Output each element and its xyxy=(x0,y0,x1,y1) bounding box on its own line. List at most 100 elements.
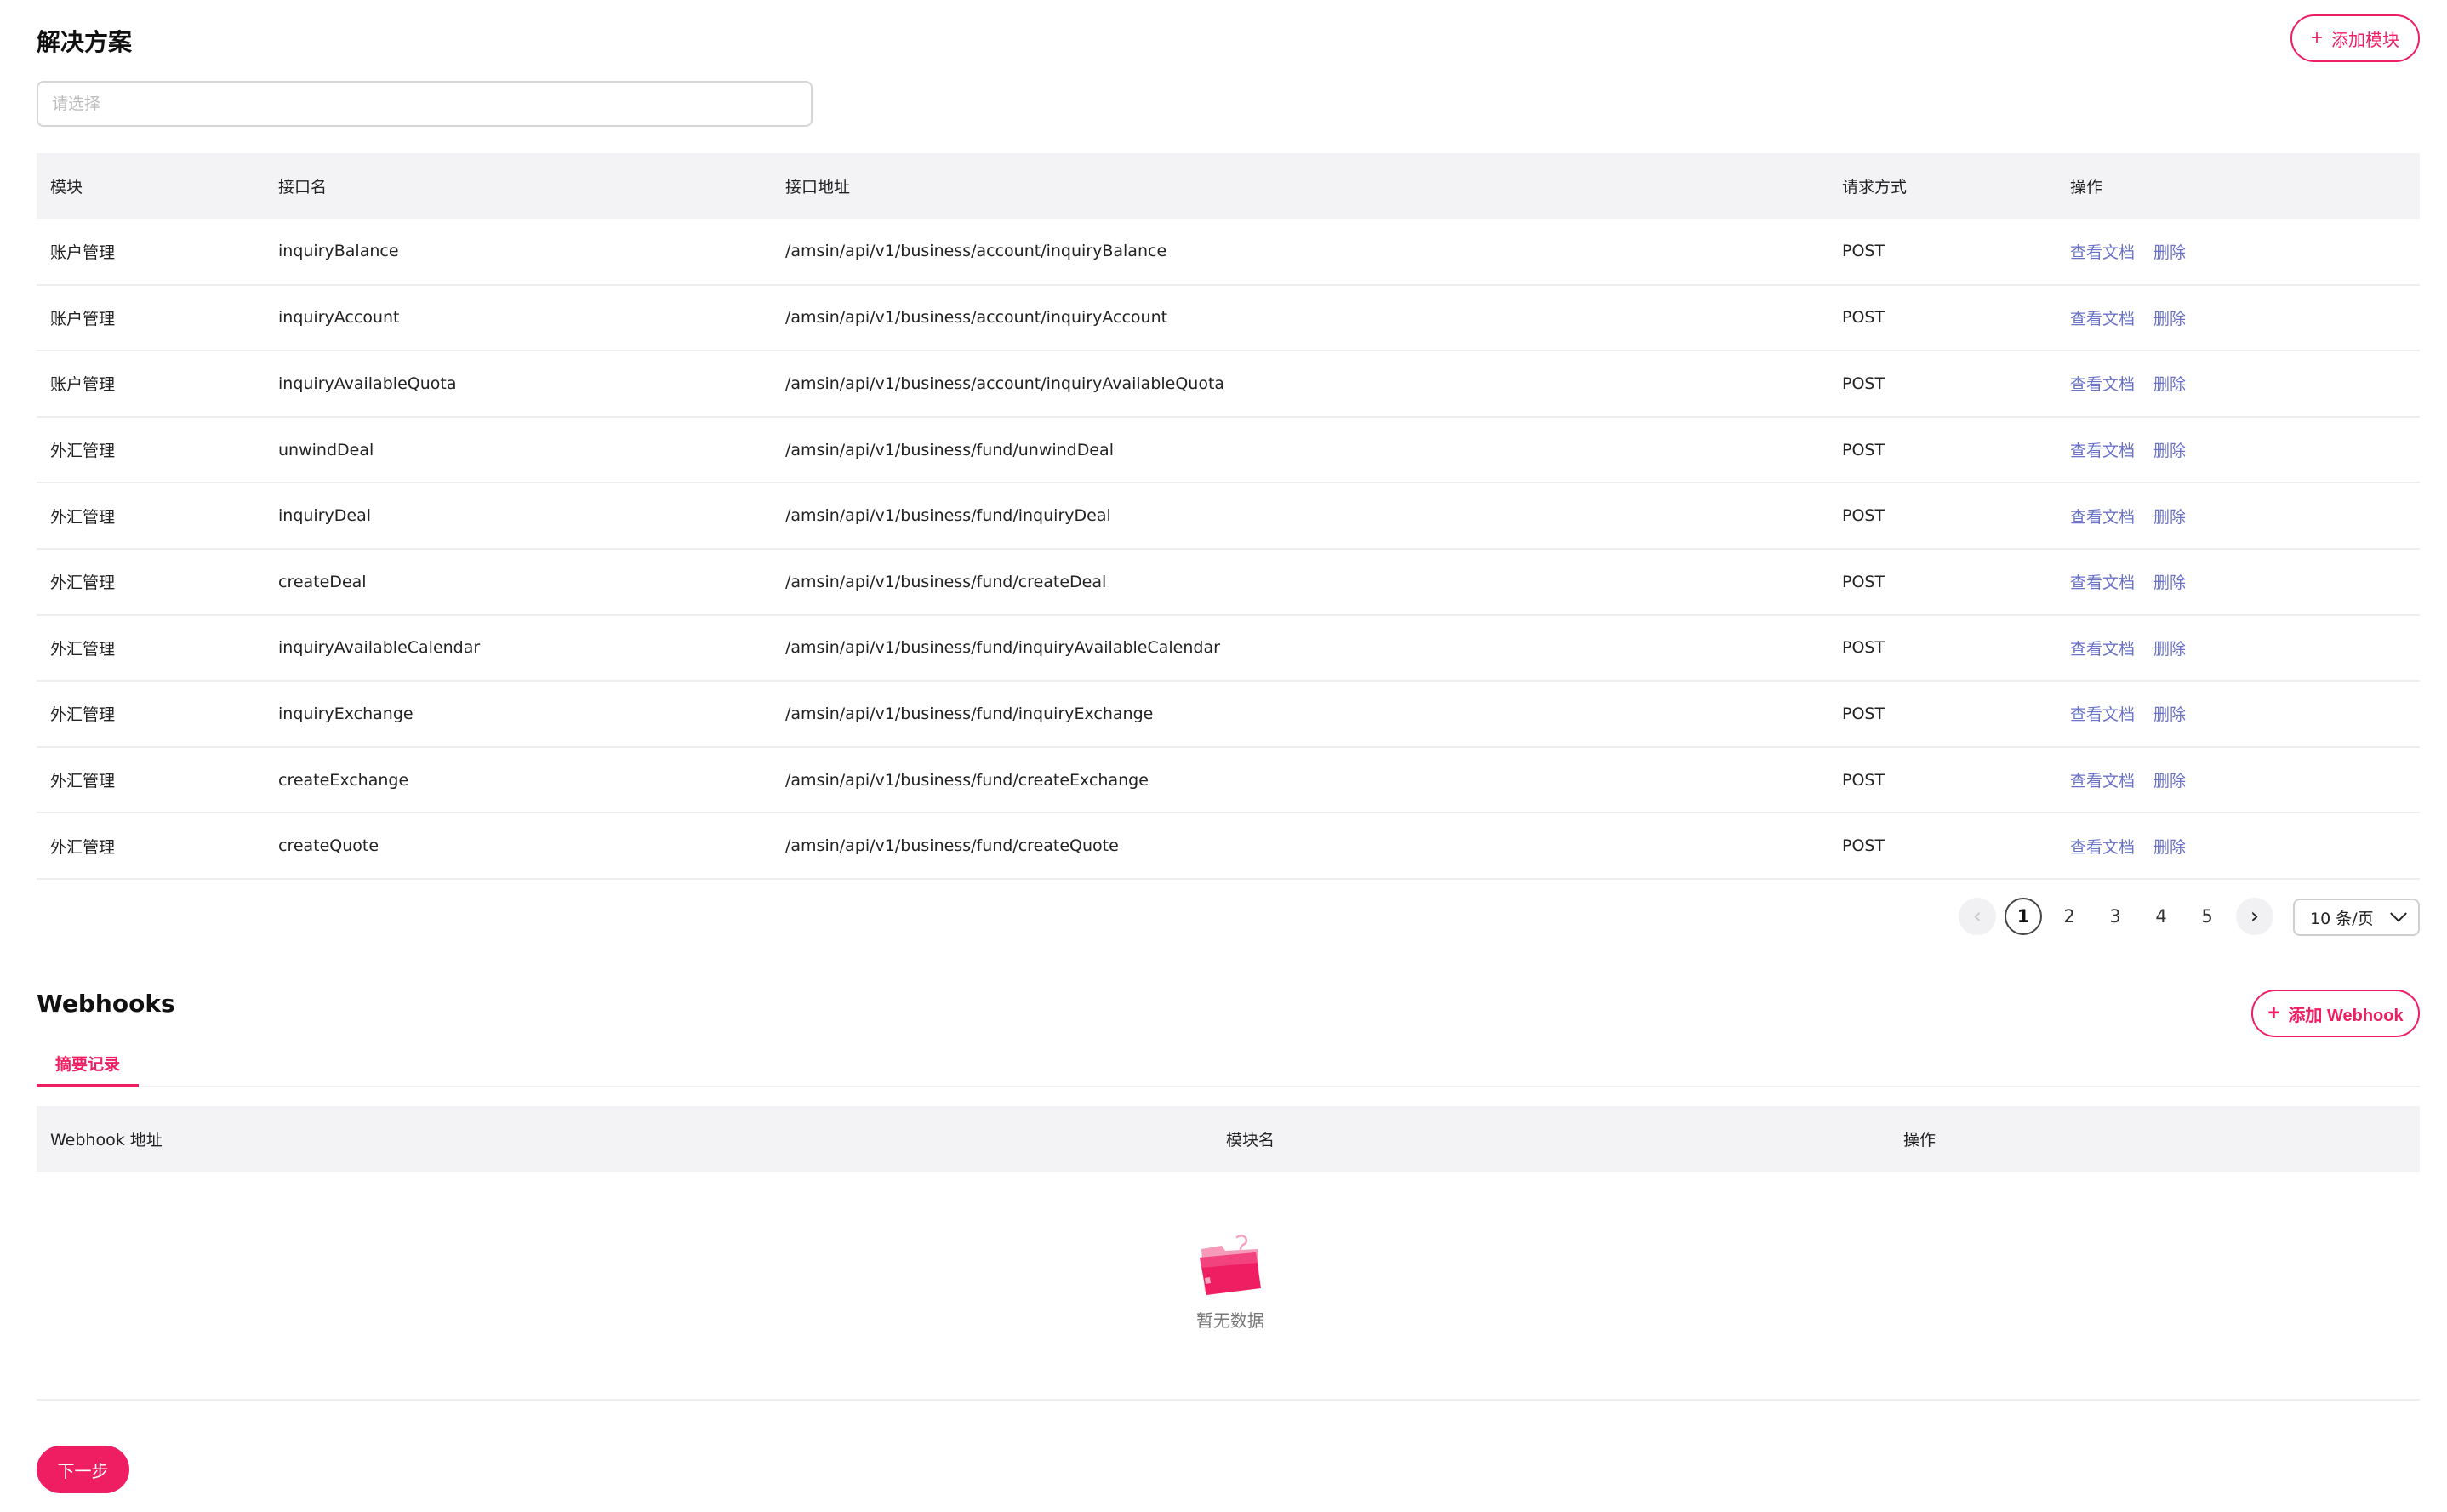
page-number-4[interactable]: 4 xyxy=(2142,898,2180,935)
webhook-table-header-row: Webhook 地址 模块名 操作 xyxy=(37,1106,2420,1172)
api-table: 模块 接口名 接口地址 请求方式 操作 账户管理 inquiryBalance … xyxy=(37,153,2420,880)
page-number-3[interactable]: 3 xyxy=(2096,898,2134,935)
add-webhook-button[interactable]: + 添加 Webhook xyxy=(2251,990,2420,1037)
page-prev-button[interactable]: ‹ xyxy=(1959,898,1996,935)
table-row: 外汇管理 unwindDeal /amsin/api/v1/business/f… xyxy=(37,416,2420,484)
pagination: ‹ 1 2 3 4 5 › xyxy=(1959,897,2273,936)
page-number-5[interactable]: 5 xyxy=(2188,898,2226,935)
cell-actions: 查看文档 删除 xyxy=(2056,746,2420,814)
module-select-input[interactable] xyxy=(37,81,813,127)
tab-summary-records[interactable]: 摘要记录 xyxy=(37,1048,139,1087)
cell-api-name: inquiryExchange xyxy=(265,681,772,748)
cell-api-name: createQuote xyxy=(265,813,772,880)
cell-method: POST xyxy=(1828,614,2056,682)
view-doc-link[interactable]: 查看文档 xyxy=(2070,573,2135,592)
webhook-table: Webhook 地址 模块名 操作 xyxy=(37,1106,2420,1172)
cell-api-name: createExchange xyxy=(265,746,772,814)
view-doc-link[interactable]: 查看文档 xyxy=(2070,838,2135,857)
cell-api-path: /amsin/api/v1/business/fund/unwindDeal xyxy=(772,416,1828,484)
add-webhook-label: 添加 Webhook xyxy=(2288,1006,2404,1025)
cell-api-path: /amsin/api/v1/business/fund/inquiryAvail… xyxy=(772,614,1828,682)
table-row: 外汇管理 inquiryDeal /amsin/api/v1/business/… xyxy=(37,482,2420,550)
header-api-name: 接口名 xyxy=(265,153,772,219)
page-number-2[interactable]: 2 xyxy=(2051,898,2088,935)
delete-link[interactable]: 删除 xyxy=(2153,640,2186,659)
cell-actions: 查看文档 删除 xyxy=(2056,681,2420,748)
cell-method: POST xyxy=(1828,746,2056,814)
header-actions: 操作 xyxy=(2056,153,2420,219)
chevron-left-icon: ‹ xyxy=(1972,904,1982,929)
cell-method: POST xyxy=(1828,548,2056,616)
page-next-button[interactable]: › xyxy=(2236,898,2273,935)
delete-link[interactable]: 删除 xyxy=(2153,508,2186,527)
cell-actions: 查看文档 删除 xyxy=(2056,284,2420,352)
view-doc-link[interactable]: 查看文档 xyxy=(2070,772,2135,790)
webhook-tab-bar: 摘要记录 xyxy=(37,1048,2420,1087)
view-doc-link[interactable]: 查看文档 xyxy=(2070,243,2135,262)
delete-link[interactable]: 删除 xyxy=(2153,310,2186,328)
view-doc-link[interactable]: 查看文档 xyxy=(2070,705,2135,724)
cell-api-path: /amsin/api/v1/business/fund/inquiryDeal xyxy=(772,482,1828,550)
header-module-name: 模块名 xyxy=(1212,1106,1890,1172)
cell-api-path: /amsin/api/v1/business/account/inquiryAc… xyxy=(772,284,1828,352)
cell-actions: 查看文档 删除 xyxy=(2056,416,2420,484)
cell-method: POST xyxy=(1828,813,2056,880)
empty-state: 暂无数据 xyxy=(1145,1232,1315,1332)
cell-module: 外汇管理 xyxy=(37,614,265,682)
cell-actions: 查看文档 删除 xyxy=(2056,548,2420,616)
page-number-1[interactable]: 1 xyxy=(2005,898,2042,935)
empty-folder-icon xyxy=(1200,1235,1261,1295)
cell-module: 外汇管理 xyxy=(37,548,265,616)
header-method: 请求方式 xyxy=(1828,153,2056,219)
delete-link[interactable]: 删除 xyxy=(2153,442,2186,460)
delete-link[interactable]: 删除 xyxy=(2153,838,2186,857)
plus-icon: + xyxy=(2310,26,2323,49)
delete-link[interactable]: 删除 xyxy=(2153,772,2186,790)
delete-link[interactable]: 删除 xyxy=(2153,375,2186,394)
cell-api-path: /amsin/api/v1/business/fund/createDeal xyxy=(772,548,1828,616)
table-row: 账户管理 inquiryAvailableQuota /amsin/api/v1… xyxy=(37,351,2420,418)
chevron-down-icon xyxy=(2390,904,2407,922)
table-row: 外汇管理 createDeal /amsin/api/v1/business/f… xyxy=(37,548,2420,616)
table-row: 账户管理 inquiryBalance /amsin/api/v1/busine… xyxy=(37,219,2420,286)
view-doc-link[interactable]: 查看文档 xyxy=(2070,442,2135,460)
cell-module: 账户管理 xyxy=(37,219,265,286)
cell-api-name: inquiryDeal xyxy=(265,482,772,550)
next-step-button[interactable]: 下一步 xyxy=(37,1446,129,1493)
cell-method: POST xyxy=(1828,681,2056,748)
header-api-path: 接口地址 xyxy=(772,153,1828,219)
delete-link[interactable]: 删除 xyxy=(2153,243,2186,262)
add-module-button[interactable]: + 添加模块 xyxy=(2290,14,2420,62)
cell-api-path: /amsin/api/v1/business/account/inquiryBa… xyxy=(772,219,1828,286)
cell-module: 外汇管理 xyxy=(37,746,265,814)
cell-api-name: unwindDeal xyxy=(265,416,772,484)
cell-module: 账户管理 xyxy=(37,284,265,352)
empty-state-text: 暂无数据 xyxy=(1196,1310,1264,1331)
cell-api-path: /amsin/api/v1/business/fund/createExchan… xyxy=(772,746,1828,814)
header-module: 模块 xyxy=(37,153,265,219)
view-doc-link[interactable]: 查看文档 xyxy=(2070,375,2135,394)
cell-api-name: createDeal xyxy=(265,548,772,616)
cell-method: POST xyxy=(1828,416,2056,484)
table-row: 外汇管理 createExchange /amsin/api/v1/busine… xyxy=(37,746,2420,814)
page-size-label: 10 条/页 xyxy=(2310,909,2374,928)
empty-state-divider xyxy=(37,1399,2420,1401)
table-row: 外汇管理 inquiryExchange /amsin/api/v1/busin… xyxy=(37,681,2420,748)
delete-link[interactable]: 删除 xyxy=(2153,573,2186,592)
table-row: 账户管理 inquiryAccount /amsin/api/v1/busine… xyxy=(37,284,2420,352)
cell-module: 外汇管理 xyxy=(37,813,265,880)
view-doc-link[interactable]: 查看文档 xyxy=(2070,310,2135,328)
add-module-label: 添加模块 xyxy=(2331,31,2399,50)
view-doc-link[interactable]: 查看文档 xyxy=(2070,640,2135,659)
header-webhook-address: Webhook 地址 xyxy=(37,1106,1212,1172)
view-doc-link[interactable]: 查看文档 xyxy=(2070,508,2135,527)
cell-actions: 查看文档 删除 xyxy=(2056,614,2420,682)
cell-api-name: inquiryAvailableQuota xyxy=(265,351,772,418)
webhooks-title: Webhooks xyxy=(37,990,175,1018)
cell-actions: 查看文档 删除 xyxy=(2056,813,2420,880)
page-size-select[interactable]: 10 条/页 xyxy=(2293,899,2420,936)
cell-api-path: /amsin/api/v1/business/fund/createQuote xyxy=(772,813,1828,880)
delete-link[interactable]: 删除 xyxy=(2153,705,2186,724)
cell-method: POST xyxy=(1828,219,2056,286)
cell-actions: 查看文档 删除 xyxy=(2056,219,2420,286)
